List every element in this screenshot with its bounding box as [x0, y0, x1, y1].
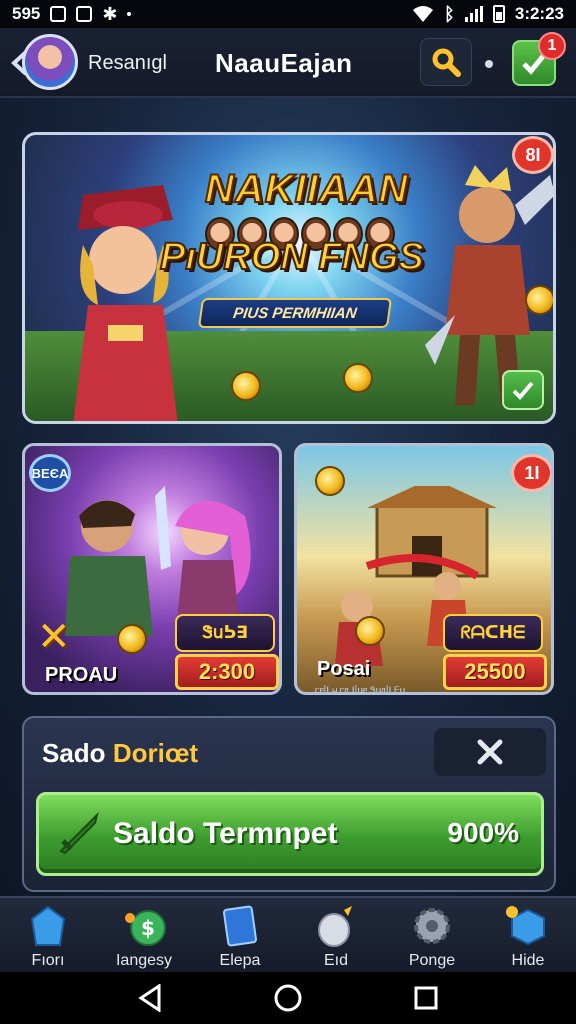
menu-dot-icon[interactable] — [485, 60, 493, 68]
nav-item-iangesy[interactable]: $ Iangesy — [96, 898, 192, 972]
system-nav-bar — [0, 972, 576, 1024]
gear-icon — [410, 904, 454, 948]
card-label: Posai — [317, 658, 371, 680]
gem-icon — [355, 616, 385, 646]
nav-label: Iangesy — [115, 952, 173, 969]
saldo-panel: Sado Doriœt Saldo Termnpet 900% — [22, 716, 556, 892]
settings-icon: ✱ — [102, 3, 118, 24]
status-time: 3:2:23 — [514, 4, 564, 23]
price-button[interactable]: 2:300 — [175, 654, 279, 690]
nav-label: Elepa — [219, 952, 261, 969]
bottom-nav: Fıorı $ Iangesy Elepa Eıd Ponge Hide — [0, 896, 576, 972]
saldo-title-part1: Sado — [42, 738, 106, 768]
bluetooth-icon: ᛒ — [444, 3, 455, 24]
app-header: Resanıgl NaauEajan 1 — [0, 28, 576, 98]
card-top-tag: Ꮥ𝗎ᕊ∃ — [175, 614, 275, 652]
game-card[interactable]: ✕ BEЄA Ꮥ𝗎ᕊ∃ 2:300 PROAU — [22, 443, 282, 695]
hero-title: NAKIIAAN — [204, 166, 409, 212]
progress-value: 900% — [447, 817, 519, 848]
egg-icon — [314, 904, 358, 948]
sword-icon — [59, 811, 99, 855]
battery-icon — [492, 5, 505, 23]
status-bar: 595 ✱ ᛒ 3:2:23 — [0, 0, 576, 28]
nav-label: Fıorı — [31, 952, 65, 969]
nav-item-elepa[interactable]: Elepa — [192, 898, 288, 972]
check-icon — [512, 381, 534, 400]
home-icon[interactable] — [273, 983, 303, 1013]
hero-check-button[interactable] — [502, 370, 544, 410]
cube-icon — [506, 904, 550, 948]
gallery-icon — [50, 6, 67, 22]
wifi-icon — [413, 6, 434, 22]
game-card[interactable]: 1I ᖇᗩᑕᕼᗴ 25500 Posai ᥴᥱᥣꙆ ᥕ ᥴᥲ Ꙇᥣ𝗎ᥱ Ꮥ𝗎ᥲᥣ… — [294, 443, 554, 695]
coin-icon — [343, 363, 373, 393]
svg-text:$: $ — [141, 916, 155, 940]
nav-item-hide[interactable]: Hide — [480, 898, 576, 972]
nav-item-eid[interactable]: Eıd — [288, 898, 384, 972]
coin-icon — [231, 371, 261, 401]
price-button[interactable]: 25500 — [443, 654, 547, 690]
coin-icon — [117, 624, 147, 654]
nav-label: Ponge — [408, 952, 456, 969]
signal-icon — [464, 6, 483, 22]
close-icon — [477, 739, 503, 765]
card-corner-badge: BEЄA — [29, 454, 71, 492]
notification-badge[interactable]: 1 — [538, 32, 566, 60]
card-corner-badge: 1I — [511, 454, 551, 492]
nav-label: Hide — [511, 952, 545, 969]
card-sublabel: ᥴᥱᥣꙆ ᥕ ᥴᥲ Ꙇᥣ𝗎ᥱ Ꮥ𝗎ᥲᥣꙆ ᖴ𝗎 — [315, 685, 406, 695]
gallery-icon — [76, 6, 93, 22]
dollar-icon: $ — [122, 904, 166, 948]
dot-icon — [127, 12, 132, 16]
hero-character-left — [73, 185, 178, 421]
close-button[interactable] — [434, 728, 546, 776]
search-button[interactable] — [420, 38, 472, 86]
coin-icon — [525, 285, 553, 315]
search-icon — [432, 48, 461, 77]
nav-label: Eıd — [323, 952, 348, 969]
card-label: PROAU — [45, 664, 118, 686]
card-icon — [218, 904, 262, 948]
hero-subtitle: PıURON FNGS — [159, 235, 425, 279]
coin-icon — [315, 466, 345, 496]
hero-badge: 8I — [512, 136, 554, 174]
progress-label: Saldo Termnpet — [113, 817, 338, 850]
hero-ribbon: PIUS PERMHIIAN — [197, 298, 393, 328]
page-title: NaauEajan — [215, 48, 353, 78]
saldo-title: Sado Doriœt — [42, 738, 198, 769]
card-top-tag: ᖇᗩᑕᕼᗴ — [443, 614, 543, 652]
crystal-icon — [26, 904, 70, 948]
avatar[interactable] — [22, 34, 78, 90]
cross-icon: ✕ — [37, 615, 71, 659]
nav-item-ponge[interactable]: Ponge — [384, 898, 480, 972]
back-icon[interactable] — [137, 984, 163, 1012]
recents-icon[interactable] — [413, 985, 439, 1011]
username: Resanıgl — [88, 52, 167, 74]
nav-item-fiori[interactable]: Fıorı — [0, 898, 96, 972]
status-left-text: 595 — [12, 4, 41, 23]
saldo-progress-bar[interactable]: Saldo Termnpet 900% — [36, 792, 544, 876]
saldo-title-part2: Doriœt — [112, 738, 199, 768]
